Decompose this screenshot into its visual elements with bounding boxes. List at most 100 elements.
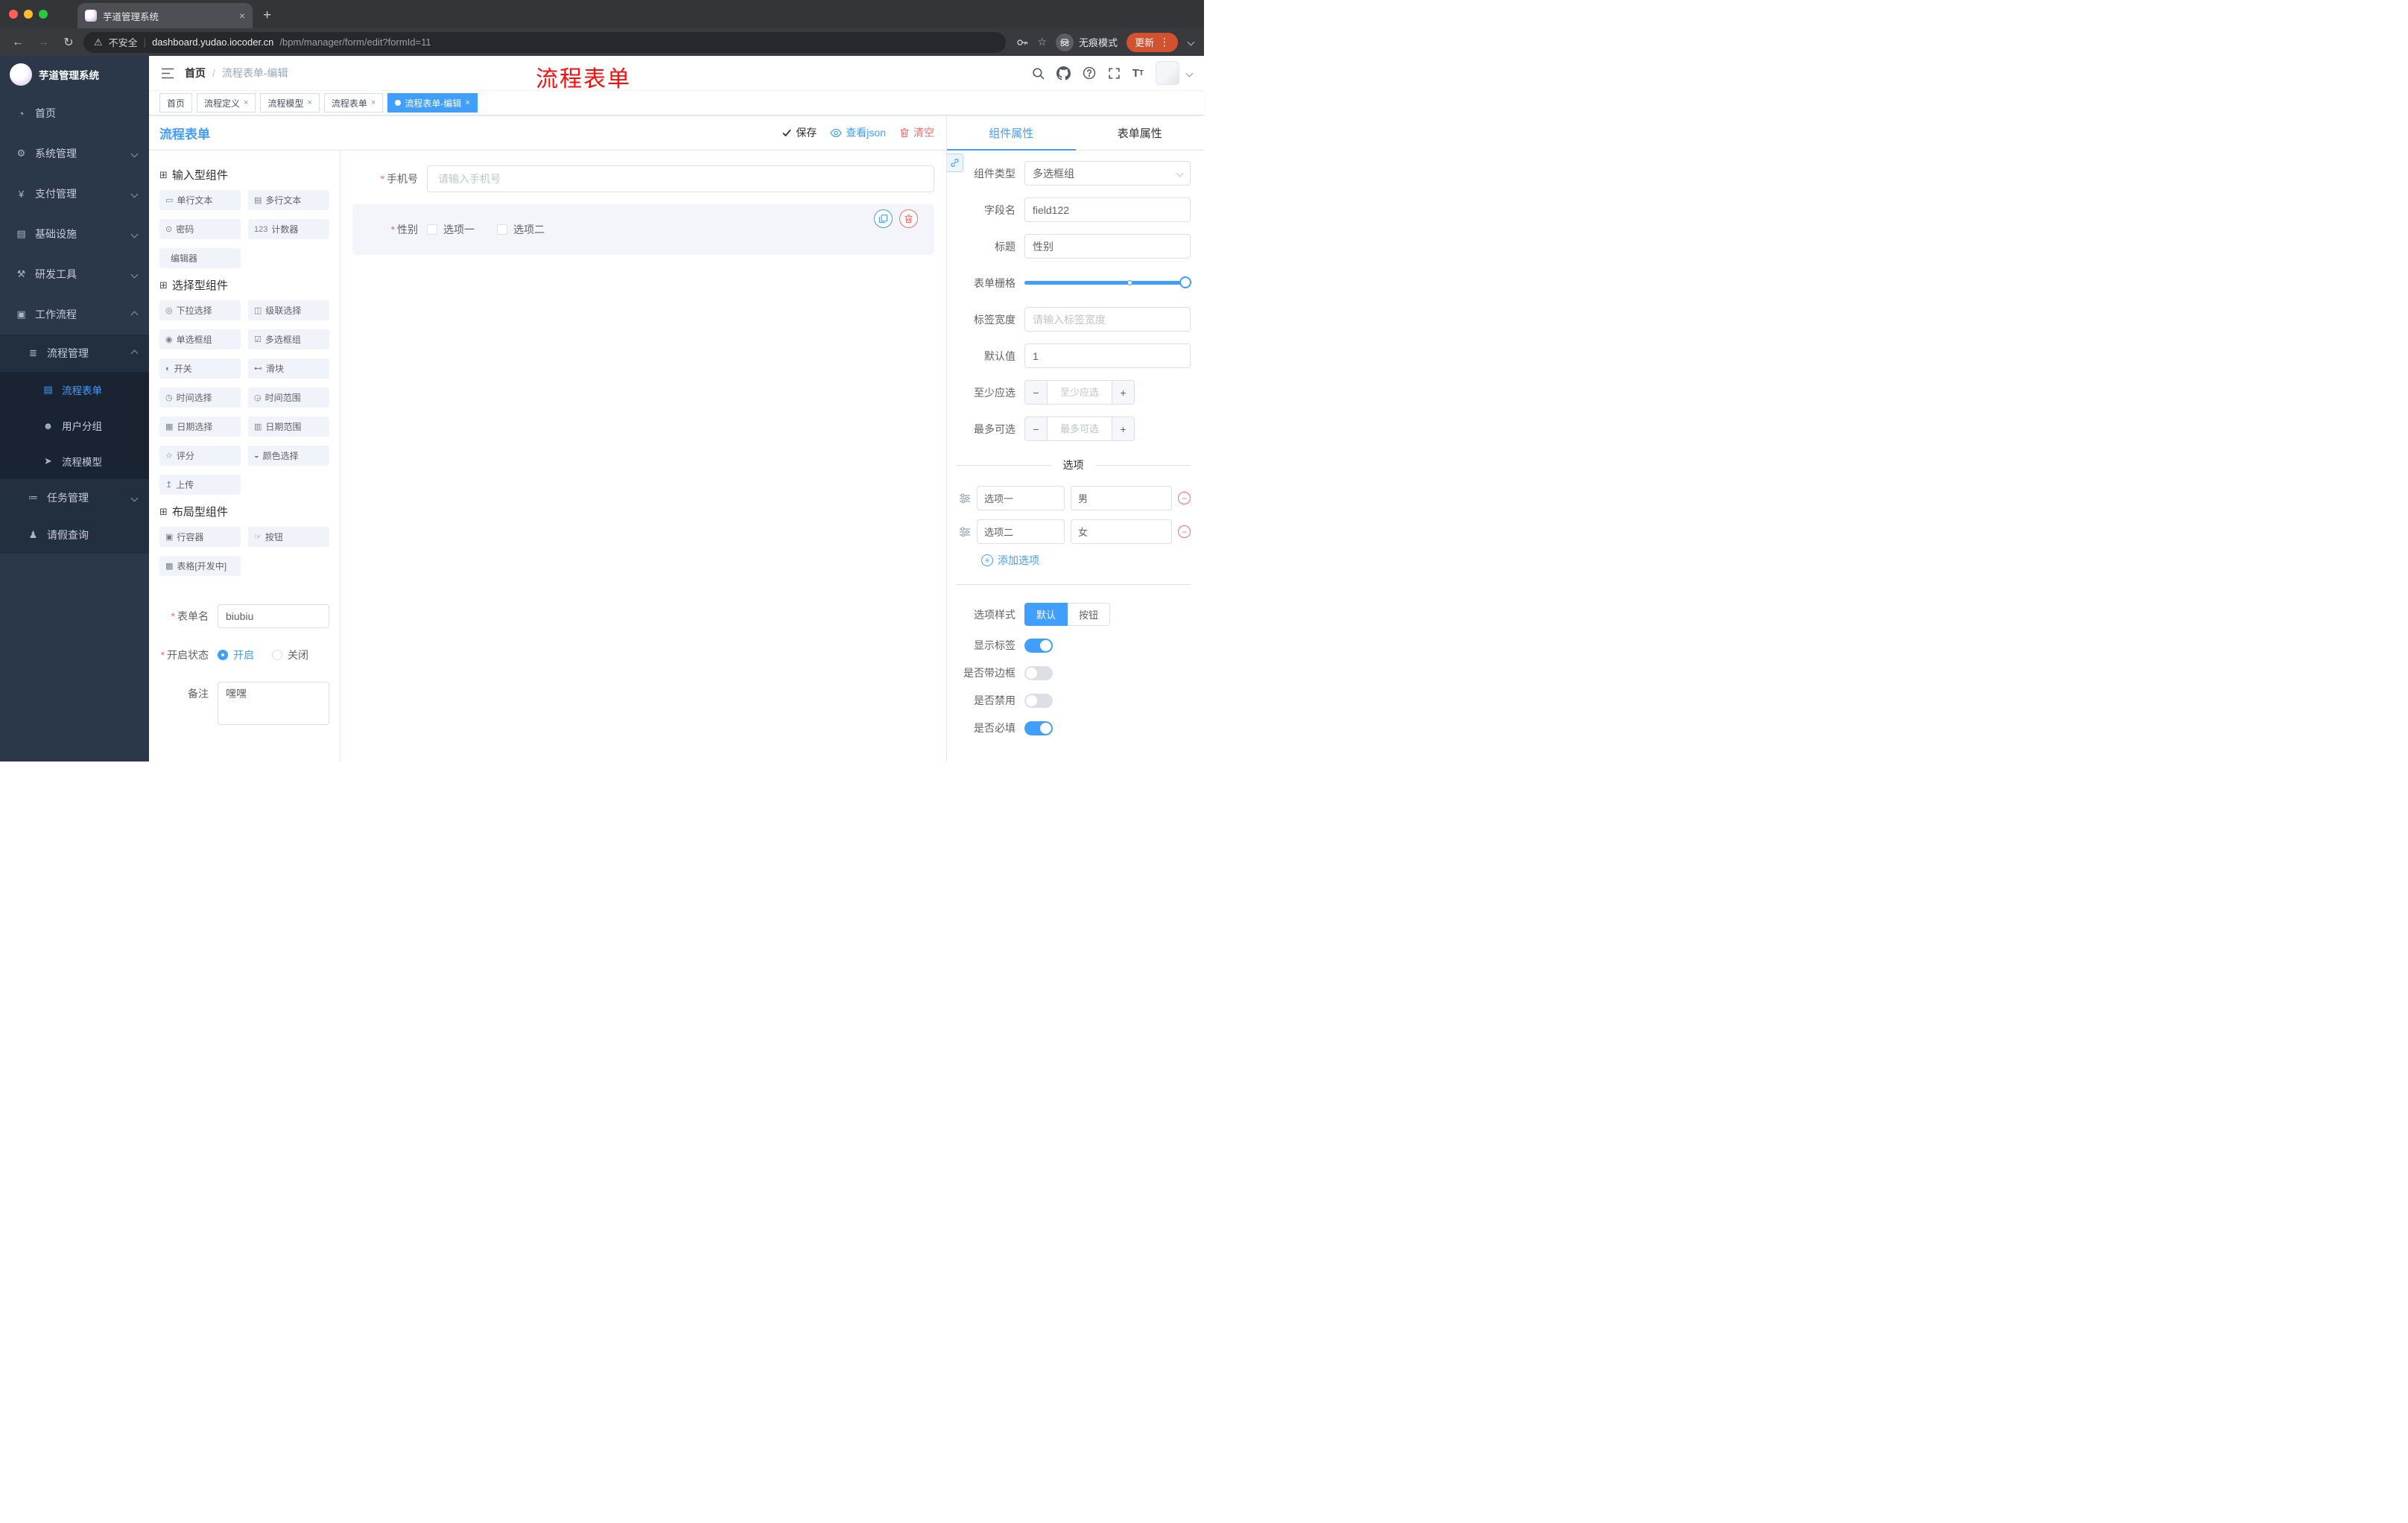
palette-item-date-range[interactable]: ▥ 日期范围 bbox=[248, 417, 329, 437]
gender-option-2-checkbox[interactable]: 选项二 bbox=[497, 222, 545, 237]
link-badge-button[interactable] bbox=[947, 153, 963, 172]
forward-icon[interactable]: → bbox=[33, 32, 54, 53]
palette-item-row-container[interactable]: ▣ 行容器 bbox=[159, 527, 241, 547]
avatar-chevron-icon[interactable] bbox=[1185, 69, 1194, 77]
palette-item-button[interactable]: ☞ 按钮 bbox=[248, 527, 329, 547]
status-off-radio[interactable]: 关闭 bbox=[272, 647, 308, 662]
increase-button[interactable]: + bbox=[1112, 381, 1134, 404]
component-type-select[interactable]: 多选框组 bbox=[1024, 161, 1191, 186]
slider-handle[interactable] bbox=[1179, 276, 1192, 288]
tab-close-icon[interactable]: × bbox=[239, 10, 245, 21]
palette-item-rate[interactable]: ☆ 评分 bbox=[159, 446, 241, 466]
decrease-button[interactable]: − bbox=[1025, 417, 1048, 440]
decrease-button[interactable]: − bbox=[1025, 381, 1048, 404]
palette-item-radio-group[interactable]: ◉ 单选框组 bbox=[159, 329, 241, 349]
sidebar-item-payment[interactable]: ¥ 支付管理 bbox=[0, 174, 149, 214]
search-icon[interactable] bbox=[1032, 67, 1045, 80]
user-avatar[interactable] bbox=[1156, 61, 1179, 85]
title-input[interactable] bbox=[1024, 234, 1191, 259]
close-icon[interactable]: × bbox=[307, 98, 311, 107]
field-gender-selected-widget[interactable]: 性别 选项一 选项二 bbox=[352, 204, 934, 255]
browser-tab[interactable]: 芋道管理系统 × bbox=[77, 3, 253, 28]
palette-item-table[interactable]: ▩ 表格[开发中] bbox=[159, 556, 241, 576]
palette-item-textarea[interactable]: ▤ 多行文本 bbox=[248, 190, 329, 210]
palette-item-editor[interactable]: 编辑器 bbox=[159, 248, 241, 268]
label-width-input[interactable] bbox=[1024, 307, 1191, 332]
option-1-value-input[interactable] bbox=[977, 486, 1065, 510]
palette-item-color-picker[interactable]: ◒ 颜色选择 bbox=[248, 446, 329, 466]
help-icon[interactable] bbox=[1083, 66, 1096, 80]
palette-item-time-picker[interactable]: ◷ 时间选择 bbox=[159, 387, 241, 408]
sidebar-item-process-model[interactable]: ➤ 流程模型 bbox=[0, 443, 149, 479]
palette-item-select[interactable]: ◎ 下拉选择 bbox=[159, 300, 241, 320]
sidebar-item-devtools[interactable]: ⚒ 研发工具 bbox=[0, 254, 149, 294]
sidebar-item-user-group[interactable]: ☻ 用户分组 bbox=[0, 408, 149, 443]
palette-item-slider[interactable]: ⊷ 滑块 bbox=[248, 358, 329, 379]
tab-form-props[interactable]: 表单属性 bbox=[1076, 115, 1205, 150]
add-option-button[interactable]: + 添加选项 bbox=[981, 553, 1191, 568]
grid-span-slider[interactable] bbox=[1024, 270, 1192, 295]
max-checked-input[interactable] bbox=[1048, 417, 1112, 440]
close-icon[interactable]: × bbox=[465, 98, 469, 107]
min-checked-input[interactable] bbox=[1048, 381, 1112, 404]
required-toggle[interactable] bbox=[1024, 721, 1053, 735]
new-tab-button[interactable]: + bbox=[263, 7, 271, 28]
hamburger-icon[interactable] bbox=[161, 68, 174, 79]
clear-button[interactable]: 清空 bbox=[899, 125, 934, 140]
remove-option-icon[interactable]: − bbox=[1178, 492, 1191, 504]
form-name-input[interactable] bbox=[218, 604, 329, 628]
breadcrumb-home[interactable]: 首页 bbox=[185, 66, 206, 80]
sidebar-item-workflow[interactable]: ▣ 工作流程 bbox=[0, 294, 149, 335]
option-2-value-input[interactable] bbox=[977, 519, 1065, 544]
window-close-button[interactable] bbox=[9, 10, 18, 19]
tag-process-definition[interactable]: 流程定义 × bbox=[197, 93, 256, 113]
palette-item-date-picker[interactable]: ▦ 日期选择 bbox=[159, 417, 241, 437]
border-toggle[interactable] bbox=[1024, 665, 1053, 680]
drag-handle-icon[interactable] bbox=[959, 527, 971, 537]
app-logo[interactable]: 芋道管理系统 bbox=[0, 56, 149, 93]
address-bar[interactable]: ⚠ 不安全 | dashboard.yudao.iocoder.cn /bpm/… bbox=[83, 31, 1007, 53]
phone-field-input[interactable] bbox=[427, 165, 934, 192]
font-size-icon[interactable]: TT bbox=[1132, 67, 1144, 80]
form-canvas[interactable]: 手机号 bbox=[340, 151, 946, 762]
remove-option-icon[interactable]: − bbox=[1178, 525, 1191, 538]
view-json-button[interactable]: 查看json bbox=[830, 125, 886, 140]
palette-item-counter[interactable]: 123 计数器 bbox=[248, 219, 329, 239]
update-button[interactable]: 更新 ⋮ bbox=[1126, 32, 1178, 52]
increase-button[interactable]: + bbox=[1112, 417, 1134, 440]
default-value-input[interactable] bbox=[1024, 343, 1191, 368]
back-icon[interactable]: ← bbox=[7, 32, 28, 53]
tag-process-form[interactable]: 流程表单 × bbox=[323, 93, 384, 113]
disabled-toggle[interactable] bbox=[1024, 693, 1053, 708]
sidebar-item-leave-query[interactable]: ♟ 请假查询 bbox=[0, 516, 149, 554]
sidebar-item-system[interactable]: ⚙ 系统管理 bbox=[0, 133, 149, 174]
field-phone[interactable]: 手机号 bbox=[352, 165, 934, 192]
tab-component-props[interactable]: 组件属性 bbox=[947, 115, 1076, 151]
copy-widget-button[interactable] bbox=[874, 209, 893, 228]
sidebar-item-home[interactable]: ◔ 首页 bbox=[0, 93, 149, 133]
option-2-label-input[interactable] bbox=[1071, 519, 1172, 544]
tag-home[interactable]: 首页 bbox=[159, 93, 193, 113]
close-icon[interactable]: × bbox=[244, 98, 248, 107]
palette-item-password[interactable]: ⊙ 密码 bbox=[159, 219, 241, 239]
field-name-input[interactable] bbox=[1024, 197, 1191, 222]
style-button-button[interactable]: 按钮 bbox=[1068, 603, 1111, 626]
style-default-button[interactable]: 默认 bbox=[1024, 603, 1068, 626]
profile-chevron-icon[interactable] bbox=[1187, 38, 1195, 46]
gender-option-1-checkbox[interactable]: 选项一 bbox=[427, 222, 475, 237]
palette-item-checkbox-group[interactable]: ☑ 多选框组 bbox=[248, 329, 329, 349]
browser-menu-icon[interactable]: ⋮ bbox=[1159, 36, 1170, 48]
fullscreen-icon[interactable] bbox=[1108, 67, 1121, 80]
tag-process-form-edit[interactable]: 流程表单-编辑 × bbox=[387, 93, 478, 113]
tag-process-model[interactable]: 流程模型 × bbox=[260, 93, 320, 113]
sidebar-item-process-form[interactable]: ▤ 流程表单 bbox=[0, 372, 149, 408]
option-1-label-input[interactable] bbox=[1071, 486, 1172, 510]
close-icon[interactable]: × bbox=[371, 98, 376, 107]
status-on-radio[interactable]: 开启 bbox=[218, 647, 254, 662]
password-key-icon[interactable] bbox=[1016, 37, 1028, 48]
sidebar-item-task-management[interactable]: ≔ 任务管理 bbox=[0, 479, 149, 516]
palette-item-cascader[interactable]: ◫ 级联选择 bbox=[248, 300, 329, 320]
window-zoom-button[interactable] bbox=[39, 10, 48, 19]
save-button[interactable]: 保存 bbox=[782, 125, 817, 140]
palette-item-switch[interactable]: ◐ 开关 bbox=[159, 358, 241, 379]
